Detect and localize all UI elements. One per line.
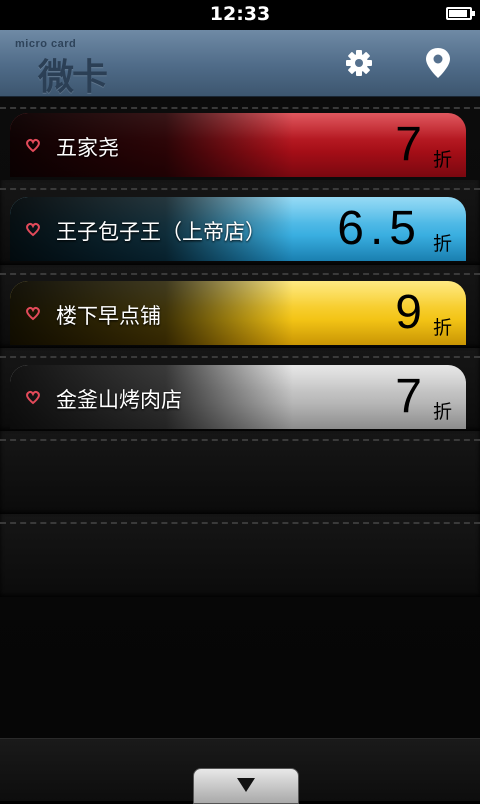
discount-value: 6.5 [337, 202, 422, 255]
stitch-line [0, 188, 480, 190]
stitch-line [0, 273, 480, 275]
location-pin-icon [426, 48, 450, 78]
store-card[interactable]: 王子包子王（上帝店） 6.5 折 [10, 197, 466, 261]
discount-value: 7 [395, 370, 422, 423]
discount-unit: 折 [432, 233, 452, 255]
app-logo: 微卡 [38, 57, 108, 98]
stitch-line [0, 356, 480, 358]
store-card[interactable]: 楼下早点铺 9 折 [10, 281, 466, 345]
card-pocket [0, 514, 480, 597]
store-card[interactable]: 金釜山烤肉店 7 折 [10, 365, 466, 429]
card-pocket [0, 431, 480, 514]
store-name: 金釜山烤肉店 [56, 388, 182, 412]
battery-level [449, 10, 467, 17]
stitch-line [0, 522, 480, 524]
stitch-line [0, 439, 480, 441]
heart-logo-icon [26, 222, 40, 237]
status-bar: 12:33 [0, 0, 480, 30]
store-name: 王子包子王（上帝店） [56, 220, 266, 244]
heart-logo-icon [26, 390, 40, 405]
location-button[interactable] [420, 45, 456, 81]
card-shade [10, 113, 293, 177]
gear-icon [346, 50, 372, 76]
store-name: 五家尧 [56, 136, 119, 160]
app-header: micro card 微卡 [0, 30, 480, 98]
expand-button[interactable] [193, 768, 299, 804]
battery-icon [446, 7, 475, 20]
status-time: 12:33 [209, 3, 271, 25]
discount-value: 7 [395, 118, 422, 171]
discount-unit: 折 [432, 149, 452, 171]
stitch-line [0, 107, 480, 109]
discount-value: 9 [395, 286, 422, 339]
store-card[interactable]: 五家尧 7 折 [10, 113, 466, 177]
discount-unit: 折 [432, 401, 452, 423]
triangle-down-icon [237, 778, 255, 792]
settings-button[interactable] [341, 45, 377, 81]
discount-unit: 折 [432, 317, 452, 339]
heart-logo-icon [26, 306, 40, 321]
heart-logo-icon [26, 138, 40, 153]
store-name: 楼下早点铺 [56, 304, 161, 328]
